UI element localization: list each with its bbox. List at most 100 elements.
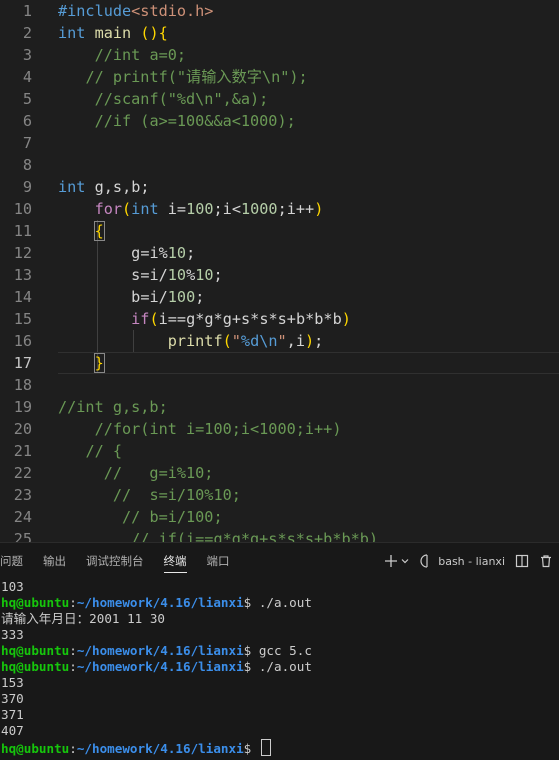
line-number: 22 (13, 464, 32, 482)
line-number: 8 (22, 156, 32, 174)
code-line[interactable]: 24 // b=i/100; (0, 506, 559, 528)
code-line[interactable]: 5 //scanf("%d\n",&a); (0, 88, 559, 110)
code-text: //scanf("%d\n",&a); (94, 90, 269, 108)
terminal-cursor (260, 739, 271, 756)
tab-ports[interactable]: 端口 (197, 543, 240, 579)
terminal-icon[interactable]: bash - lianxi (420, 554, 505, 568)
code-line[interactable]: 19 //int g,s,b; (0, 396, 559, 418)
terminal-prompt-line: hq@ubuntu:~/homework/4.16/lianxi$ (1, 739, 559, 757)
code-line[interactable]: 17 } (0, 352, 559, 374)
terminal-output-line: 153 (1, 675, 24, 690)
panel-actions: bash - lianxi (384, 543, 553, 579)
code-line[interactable]: 2 int main (){ (0, 22, 559, 44)
code-line[interactable]: 7 (0, 132, 559, 154)
tab-problems[interactable]: 问题 (0, 543, 33, 579)
line-number: 13 (13, 266, 32, 284)
line-number: 5 (22, 90, 32, 108)
code-line[interactable]: 1 #include<stdio.h> (0, 0, 559, 22)
code-text: // g=i%10; (103, 464, 214, 482)
chevron-down-icon[interactable] (400, 556, 410, 566)
code-line[interactable]: 15 if(i==g*g*g+s*s*s+b*b*b) (0, 308, 559, 330)
code-line[interactable]: 3 //int a=0; (0, 44, 559, 66)
terminal-output-line: 103 (1, 579, 24, 594)
tab-debug-console[interactable]: 调试控制台 (76, 543, 154, 579)
plus-icon[interactable] (384, 554, 398, 568)
terminal-prompt-line: hq@ubuntu:~/homework/4.16/lianxi$ gcc 5.… (1, 643, 312, 658)
prompt-user: hq@ubuntu (1, 595, 70, 610)
line-number: 17 (13, 354, 32, 372)
trash-icon[interactable] (539, 554, 553, 568)
line-number: 23 (13, 486, 32, 504)
code-line[interactable]: 10 for(int i=100;i<1000;i++) (0, 198, 559, 220)
terminal-output-line: 407 (1, 723, 24, 738)
code-editor[interactable]: 1 #include<stdio.h> 2 int main (){3 //int a… (0, 0, 559, 542)
code-line[interactable]: 23 // s=i/10%10; (0, 484, 559, 506)
tab-output[interactable]: 输出 (33, 543, 76, 579)
line-number: 19 (13, 398, 32, 416)
terminal-output-line: 371 (1, 707, 24, 722)
prompt-path: ~/homework/4.16/lianxi (76, 595, 244, 610)
code-text: printf("%d\n",i); (167, 332, 324, 350)
code-text: b=i/100; (131, 288, 205, 306)
code-text: { (93, 221, 105, 241)
line-number: 15 (13, 310, 32, 328)
code-text: } (93, 353, 105, 373)
line-number: 4 (22, 68, 32, 86)
terminal-output-line: 333 (1, 627, 24, 642)
code-text: int main (){ (58, 24, 168, 42)
code-line[interactable]: 25 // if(i==g*g*g+s*s*s+b*b*b) (0, 528, 559, 542)
split-icon[interactable] (515, 554, 529, 568)
terminal-prompt-line: hq@ubuntu:~/homework/4.16/lianxi$ ./a.ou… (1, 659, 312, 674)
code-text: #include<stdio.h> (58, 2, 214, 20)
code-text: //if (a>=100&&a<1000); (94, 112, 296, 130)
code-line[interactable]: 12 g=i%10; (0, 242, 559, 264)
line-number: 9 (22, 178, 32, 196)
prompt-user: hq@ubuntu (1, 643, 70, 658)
code-text: g=i%10; (131, 244, 196, 262)
line-number: 24 (13, 508, 32, 526)
code-line[interactable]: 21 // { (0, 440, 559, 462)
line-number: 21 (13, 442, 32, 460)
code-text: int g,s,b; (58, 178, 150, 196)
terminal-name: bash - lianxi (438, 554, 505, 568)
prompt-user: hq@ubuntu (1, 741, 70, 756)
code-text: //int a=0; (94, 46, 187, 64)
code-text: // { (85, 442, 123, 460)
code-line[interactable]: 11 { (0, 220, 559, 242)
code-text: for(int i=100;i<1000;i++) (94, 200, 324, 218)
code-text: // if(i==g*g*g+s*s*s+b*b*b) (131, 530, 379, 542)
line-number: 11 (13, 222, 32, 240)
panel-tabs: 问题 输出 调试控制台 终端 端口 bash - lianxi (0, 543, 559, 579)
line-number: 16 (13, 332, 32, 350)
code-line[interactable]: 4 // printf("请输入数字\n"); (0, 66, 559, 88)
line-number: 7 (22, 134, 32, 152)
code-text: s=i/10%10; (131, 266, 223, 284)
code-text: // b=i/100; (122, 508, 223, 526)
line-number: 12 (13, 244, 32, 262)
code-line[interactable]: 13 s=i/10%10; (0, 264, 559, 286)
code-line[interactable]: 14 b=i/100; (0, 286, 559, 308)
line-number: 18 (13, 376, 32, 394)
prompt-user: hq@ubuntu (1, 659, 70, 674)
code-line[interactable]: 8 (0, 154, 559, 176)
code-line[interactable]: 22 // g=i%10; (0, 462, 559, 484)
code-line[interactable]: 9 int g,s,b; (0, 176, 559, 198)
prompt-path: ~/homework/4.16/lianxi (76, 659, 244, 674)
line-number: 20 (13, 420, 32, 438)
code-text: // printf("请输入数字\n"); (85, 68, 308, 86)
terminal-prompt-line: hq@ubuntu:~/homework/4.16/lianxi$ ./a.ou… (1, 595, 312, 610)
terminal-output-line: 370 (1, 691, 24, 706)
bottom-panel: 问题 输出 调试控制台 终端 端口 bash - lianxi 103 hq@ub… (0, 542, 559, 760)
tab-terminal[interactable]: 终端 (154, 543, 197, 579)
line-number: 25 (13, 530, 32, 542)
code-text: // s=i/10%10; (112, 486, 241, 504)
code-line[interactable]: 20 //for(int i=100;i<1000;i++) (0, 418, 559, 440)
prompt-path: ~/homework/4.16/lianxi (76, 643, 244, 658)
line-number: 6 (22, 112, 32, 130)
line-number: 10 (13, 200, 32, 218)
terminal-output[interactable]: 103 hq@ubuntu:~/homework/4.16/lianxi$ ./a… (0, 579, 559, 757)
code-line[interactable]: 6 //if (a>=100&&a<1000); (0, 110, 559, 132)
line-number: 3 (22, 46, 32, 64)
code-line[interactable]: 16 printf("%d\n",i); (0, 330, 559, 352)
code-line[interactable]: 18 (0, 374, 559, 396)
